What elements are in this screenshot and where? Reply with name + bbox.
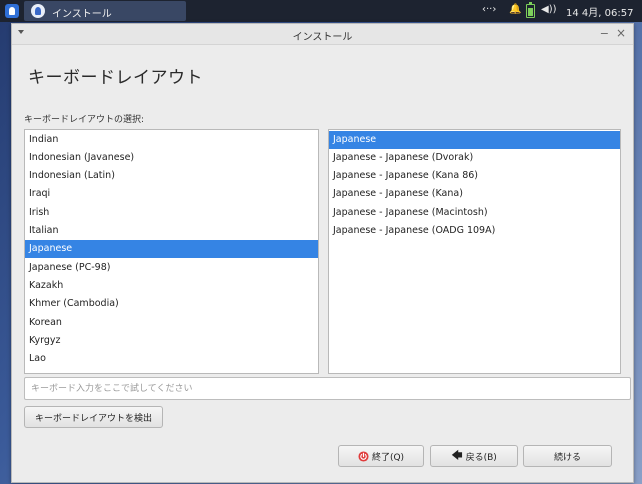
list-item[interactable]: Japanese - Japanese (Kana) <box>329 185 620 203</box>
installer-icon <box>31 4 45 18</box>
app-menu-icon[interactable] <box>5 4 19 18</box>
clock[interactable]: 14 4月, 06:57 <box>566 4 633 19</box>
list-item[interactable]: Japanese - Japanese (Dvorak) <box>329 149 620 167</box>
network-icon[interactable]: ‹··› <box>482 4 496 15</box>
list-item[interactable]: Iraqi <box>25 185 318 203</box>
title-bar[interactable]: インストール − × <box>12 24 633 45</box>
layout-list[interactable]: Indian Indonesian (Javanese) Indonesian (L… <box>24 129 319 374</box>
installer-window: インストール − × キーボードレイアウト キーボードレイアウトの選択: Ind… <box>11 23 634 483</box>
continue-label: 続ける <box>553 452 581 463</box>
keyboard-test-input[interactable] <box>24 377 631 400</box>
list-item[interactable]: Irish <box>25 204 318 222</box>
taskbar-item-installer[interactable]: インストール <box>24 1 186 21</box>
list-item[interactable]: Kyrgyz <box>25 332 318 350</box>
minimize-icon[interactable]: − <box>600 27 609 40</box>
list-item[interactable]: Japanese <box>329 130 620 149</box>
taskbar-item-label: インストール <box>52 9 112 20</box>
page-title: キーボードレイアウト <box>28 68 203 88</box>
detect-layout-label: キーボードレイアウトを検出 <box>34 413 152 424</box>
list-item[interactable]: Korean <box>25 314 318 332</box>
list-item[interactable]: Italian <box>25 222 318 240</box>
list-item[interactable]: Japanese <box>25 240 318 259</box>
list-item[interactable]: Japanese (PC-98) <box>25 259 318 277</box>
volume-icon[interactable]: ◀)) <box>541 4 557 15</box>
list-item[interactable]: Khmer (Cambodia) <box>25 295 318 313</box>
close-icon[interactable]: × <box>616 26 626 40</box>
back-label: 戻る(B) <box>465 452 497 463</box>
battery-icon[interactable] <box>526 2 535 18</box>
list-item[interactable]: Indonesian (Javanese) <box>25 149 318 167</box>
power-icon <box>358 450 369 462</box>
detect-layout-button[interactable]: キーボードレイアウトを検出 <box>24 406 163 428</box>
list-item[interactable]: Indonesian (Latin) <box>25 167 318 185</box>
continue-button[interactable]: 続ける <box>523 445 612 467</box>
list-item[interactable]: Kazakh <box>25 277 318 295</box>
list-item[interactable]: Japanese - Japanese (OADG 109A) <box>329 222 620 240</box>
arrow-left-icon: 🡄 <box>451 448 463 462</box>
layout-select-label: キーボードレイアウトの選択: <box>24 115 145 125</box>
quit-label: 終了(Q) <box>371 452 405 463</box>
window-title: インストール <box>292 32 353 43</box>
list-item[interactable]: Lao <box>25 350 318 368</box>
top-panel: インストール ‹··› 🔔 ◀)) 14 4月, 06:57 <box>0 0 642 22</box>
list-item[interactable]: Japanese - Japanese (Kana 86) <box>329 167 620 185</box>
back-button[interactable]: 🡄 戻る(B) <box>430 445 518 467</box>
bell-icon[interactable]: 🔔 <box>509 4 521 15</box>
list-item[interactable]: Indian <box>25 131 318 149</box>
variant-list[interactable]: Japanese Japanese - Japanese (Dvorak) Japa… <box>328 129 621 374</box>
quit-button[interactable]: 終了(Q) <box>338 445 424 467</box>
list-item[interactable]: Japanese - Japanese (Macintosh) <box>329 204 620 222</box>
system-tray: ‹··› 🔔 ◀)) 14 4月, 06:57 <box>482 0 642 22</box>
